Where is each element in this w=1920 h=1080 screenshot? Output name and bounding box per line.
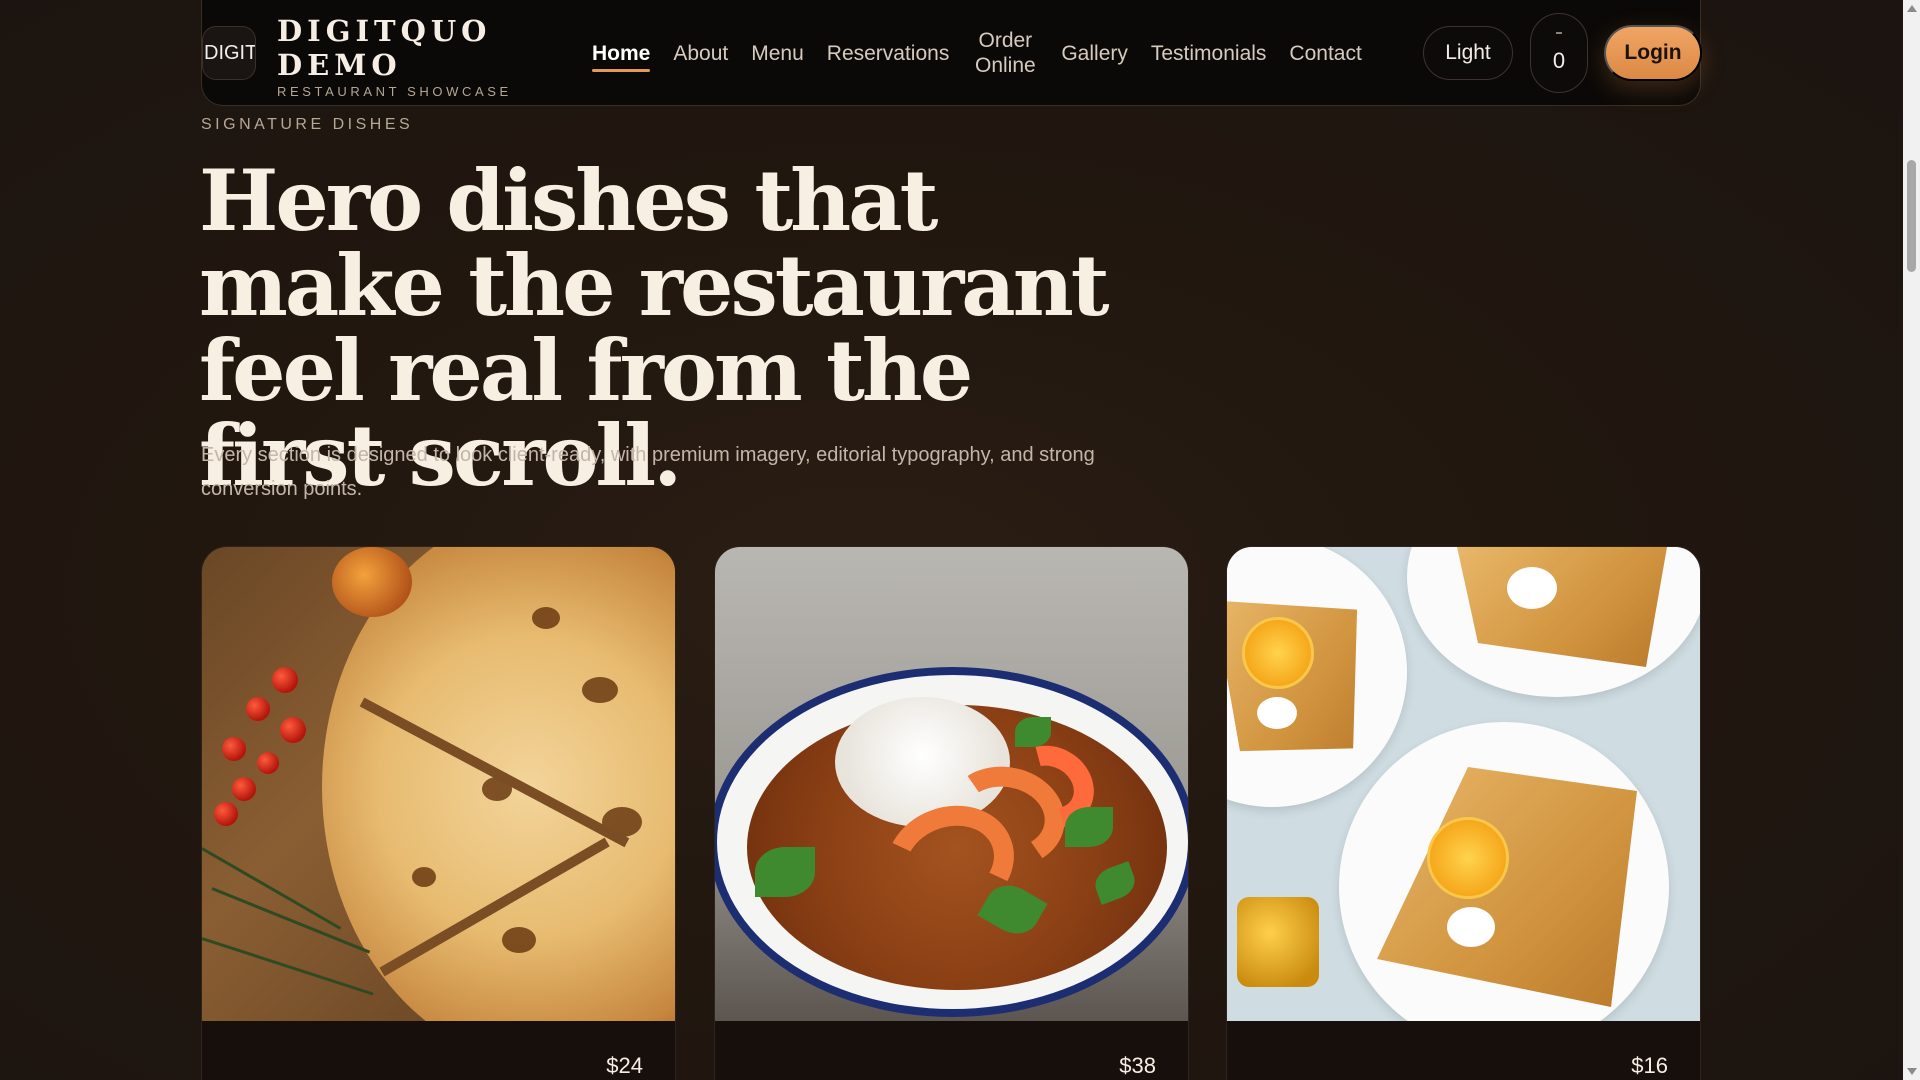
nav-about[interactable]: About [673, 41, 728, 66]
site-header: DIGITQUO DIGITQUO DEMO RESTAURANT SHOWCA… [201, 0, 1702, 106]
dish-image-pizza [202, 547, 675, 1021]
theme-toggle-button[interactable]: Light [1423, 26, 1513, 80]
scroll-up-arrow-icon[interactable] [1907, 5, 1917, 12]
brand-title-line1: DIGITQUO [277, 14, 492, 48]
dish-price: $24 [606, 1053, 643, 1078]
scroll-thumb[interactable] [1907, 160, 1916, 272]
dish-card[interactable]: $38 [714, 546, 1189, 1080]
dish-image-orange-crepes [1227, 547, 1700, 1021]
nav-testimonials[interactable]: Testimonials [1151, 41, 1267, 66]
page-scrollbar[interactable] [1903, 0, 1920, 1080]
dish-price: $16 [1631, 1053, 1668, 1078]
brand-logo-image[interactable]: DIGITQUO [202, 26, 256, 80]
cart-button[interactable]: 0 [1530, 13, 1588, 93]
cart-count: 0 [1552, 48, 1566, 73]
dish-card[interactable]: $24 [201, 546, 676, 1080]
dish-price: $38 [1119, 1053, 1156, 1078]
hero-description: Every section is designed to look client… [201, 444, 1095, 500]
scroll-down-arrow-icon[interactable] [1907, 1068, 1917, 1075]
dish-card[interactable]: $16 [1226, 546, 1701, 1080]
dish-image-shrimp-gumbo [715, 547, 1188, 1021]
nav-reservations[interactable]: Reservations [827, 41, 950, 66]
nav-contact[interactable]: Contact [1289, 41, 1361, 66]
main-nav: Home About Menu Reservations Order Online… [592, 0, 1385, 106]
brand-title-line2: DEMO [277, 48, 402, 82]
brand[interactable]: DIGITQUO DEMO RESTAURANT SHOWCASE [277, 14, 512, 99]
section-eyebrow: SIGNATURE DISHES [201, 116, 414, 133]
nav-gallery[interactable]: Gallery [1061, 41, 1128, 66]
cart-icon [1556, 32, 1562, 34]
nav-menu[interactable]: Menu [751, 41, 804, 66]
nav-order-online[interactable]: Order Online [972, 28, 1038, 78]
nav-home[interactable]: Home [592, 41, 651, 72]
login-button[interactable]: Login [1604, 25, 1702, 81]
brand-subtitle: RESTAURANT SHOWCASE [277, 84, 512, 99]
